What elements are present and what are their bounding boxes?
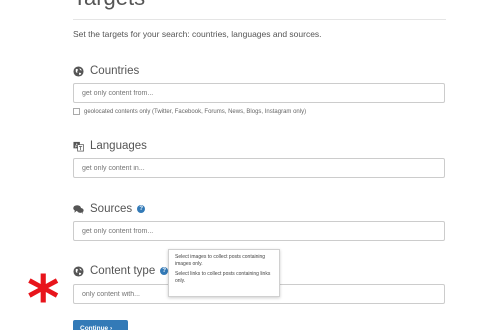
geolocated-option[interactable]: geolocated contents only (Twitter, Faceb… bbox=[73, 108, 306, 115]
intro-text: Set the targets for your search: countri… bbox=[73, 29, 322, 39]
countries-input[interactable] bbox=[73, 83, 445, 103]
comments-icon bbox=[73, 204, 84, 215]
sources-label: Sources bbox=[90, 203, 133, 215]
geolocated-checkbox[interactable] bbox=[73, 108, 80, 115]
page-title: Targets bbox=[73, 0, 145, 10]
sources-heading: Sources ? bbox=[73, 203, 146, 215]
countries-label: Countries bbox=[90, 65, 140, 77]
globe-icon bbox=[73, 65, 84, 77]
content-type-tooltip: Select images to collect posts containin… bbox=[168, 249, 280, 297]
content-type-heading: Content type ? bbox=[73, 265, 169, 277]
sources-help-icon[interactable]: ? bbox=[137, 205, 146, 213]
title-divider bbox=[73, 19, 446, 20]
annotation-asterisk: * bbox=[27, 262, 60, 330]
tooltip-links-text: Select links to collect posts containing… bbox=[175, 271, 271, 284]
content-type-label: Content type bbox=[90, 265, 156, 277]
geolocated-label: geolocated contents only (Twitter, Faceb… bbox=[84, 108, 307, 115]
tooltip-images-text: Select images to collect posts containin… bbox=[175, 254, 266, 267]
sources-input[interactable] bbox=[73, 221, 445, 241]
targets-page: Targets Set the targets for your search:… bbox=[0, 0, 500, 330]
globe-icon bbox=[73, 265, 84, 277]
countries-heading: Countries bbox=[73, 65, 139, 77]
languages-heading: A Languages bbox=[73, 140, 147, 152]
continue-button[interactable]: Continue › bbox=[73, 320, 128, 330]
translate-icon: A bbox=[73, 141, 84, 152]
languages-label: Languages bbox=[90, 140, 147, 152]
languages-input[interactable] bbox=[73, 158, 445, 178]
